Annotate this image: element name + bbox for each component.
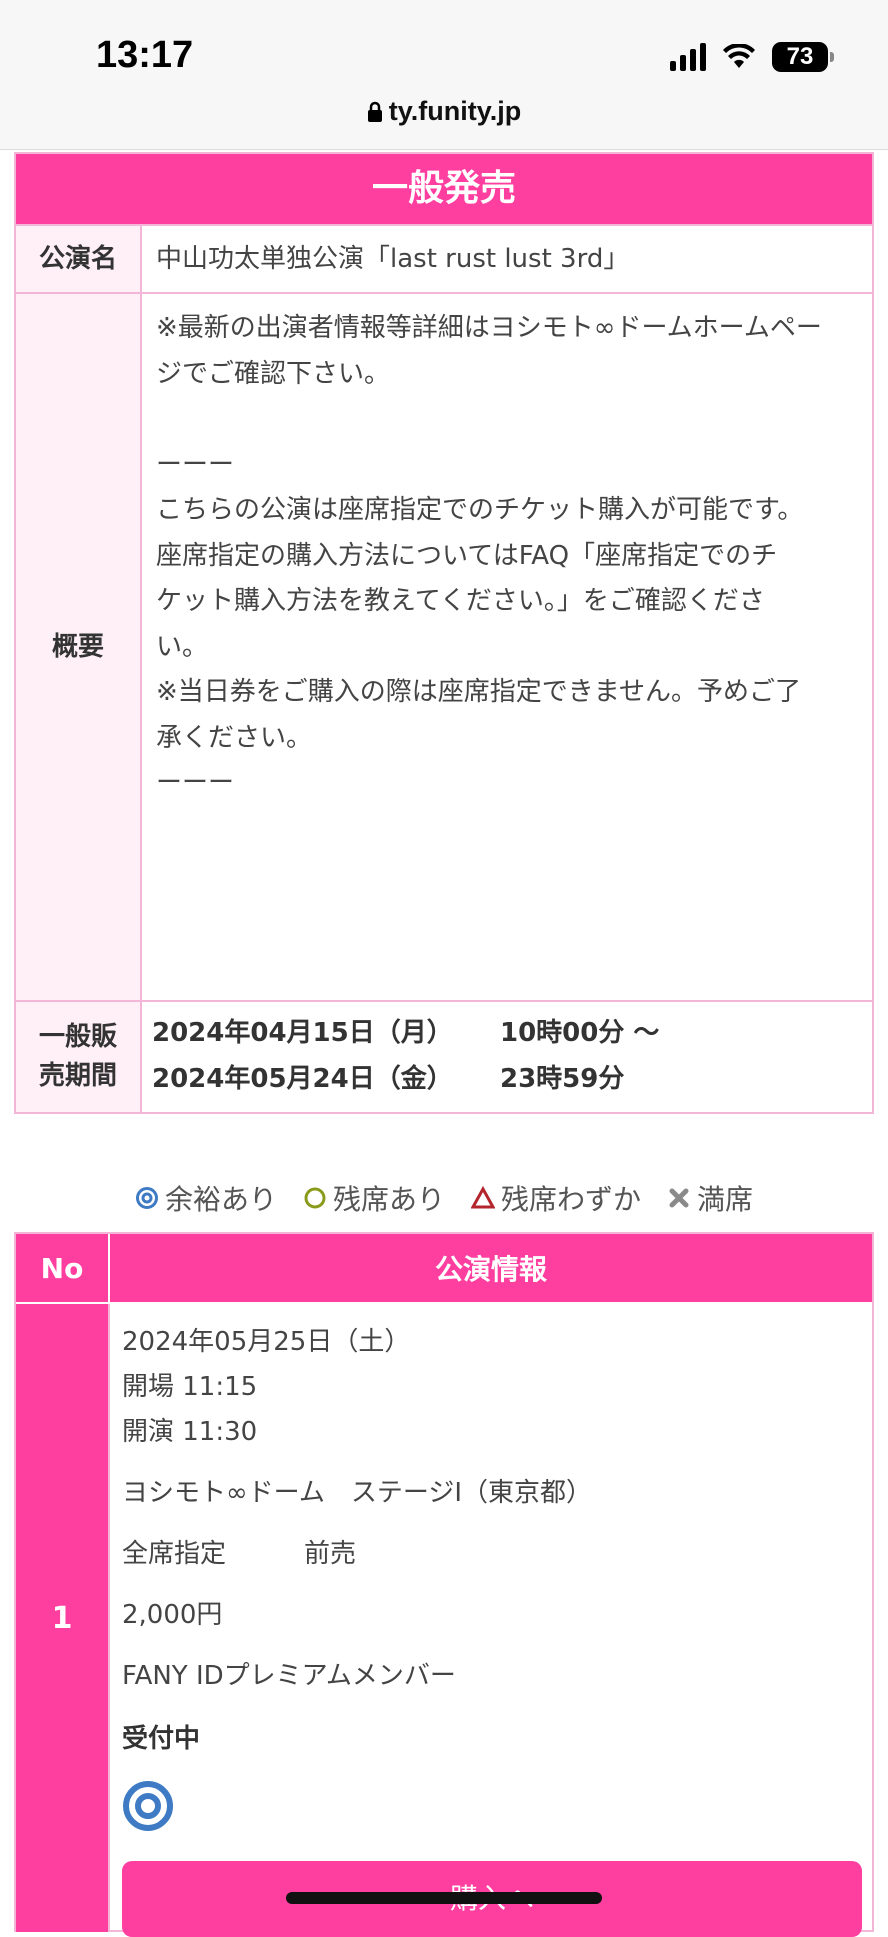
summary-value: ※最新の出演者情報等詳細はヨシモト∞ドームホームペー ジでご確認下さい。 ーーー…	[142, 294, 872, 1000]
performance-table: No 公演情報 1 2024年05月25日（土） 開場 11:15 開演 11:…	[14, 1232, 874, 1937]
sale-period-row: 一般販売期間 2024年04月15日（月） 10時00分 〜 2024年05月2…	[16, 1000, 872, 1112]
period-end-time: 23時59分	[500, 1064, 625, 1094]
summary-line	[156, 397, 858, 443]
performance-name-row: 公演名 中山功太単独公演「last rust lust 3rd」	[16, 224, 872, 292]
performance-table-header: No 公演情報	[16, 1234, 872, 1302]
start-time: 開演 11:30	[122, 1417, 258, 1447]
period-start-time: 10時00分 〜	[500, 1018, 660, 1048]
summary-row: 概要 ※最新の出演者情報等詳細はヨシモト∞ドームホームペー ジでご確認下さい。 …	[16, 292, 872, 1000]
legend-available: 残席あり	[303, 1178, 445, 1218]
availability-legend: 余裕あり 残席あり 残席わずか 満席	[0, 1178, 888, 1218]
member-type: FANY IDプレミアムメンバー	[122, 1661, 456, 1691]
summary-line: 座席指定の購入方法についてはFAQ「座席指定でのチ	[156, 540, 778, 571]
wifi-icon	[722, 44, 756, 70]
status-icons: 73	[670, 42, 834, 72]
performance-detail: 2024年05月25日（土） 開場 11:15 開演 11:30 ヨシモト∞ドー…	[110, 1304, 872, 1937]
address-bar[interactable]: ty.funity.jp	[0, 96, 888, 130]
table-row: 1 2024年05月25日（土） 開場 11:15 開演 11:30 ヨシモト∞…	[16, 1302, 872, 1937]
col-info-header: 公演情報	[434, 1253, 547, 1286]
summary-label: 概要	[16, 294, 142, 1000]
legend-few: 残席わずか	[471, 1178, 641, 1218]
general-sale-header: 一般発売	[16, 154, 872, 224]
period-end-date: 2024年05月24日（金）	[152, 1064, 453, 1094]
summary-line: ケット購入方法を教えてください。」をご確認くださ	[156, 586, 765, 616]
col-no-header: No	[16, 1234, 110, 1302]
price: 2,000円	[122, 1600, 223, 1630]
double-circle-icon	[122, 1780, 862, 1839]
double-circle-icon	[135, 1187, 158, 1209]
reception-status: 受付中	[122, 1724, 201, 1754]
url-text: ty.funity.jp	[388, 96, 522, 126]
summary-line: ーーー	[156, 768, 235, 798]
lock-icon	[367, 99, 383, 130]
legend-ample: 余裕あり	[135, 1178, 277, 1218]
battery-icon: 73	[772, 42, 834, 72]
summary-line: ーーー	[156, 449, 235, 480]
status-time: 13:17	[96, 34, 194, 76]
sale-period-label: 一般販売期間	[16, 1002, 142, 1112]
sale-period-value: 2024年04月15日（月） 10時00分 〜 2024年05月24日（金） 2…	[142, 1002, 872, 1112]
summary-line: ※当日券をご購入の際は座席指定できません。予めご了	[156, 677, 802, 707]
door-open-time: 開場 11:15	[122, 1372, 258, 1402]
circle-icon	[304, 1187, 326, 1209]
summary-line: い。	[156, 631, 209, 662]
summary-line: ジでご確認下さい。	[156, 358, 391, 389]
summary-line: こちらの公演は座席指定でのチケット購入が可能です。	[156, 495, 804, 525]
browser-chrome: 13:17 73 ty.funity.jp	[0, 0, 888, 150]
legend-full: 満席	[667, 1178, 753, 1218]
period-start-date: 2024年04月15日（月）	[152, 1018, 453, 1048]
seat-type: 全席指定 前売	[122, 1539, 357, 1569]
home-indicator[interactable]	[286, 1892, 602, 1904]
venue: ヨシモト∞ドーム ステージⅠ（東京都）	[122, 1478, 593, 1508]
cellular-signal-icon	[670, 43, 706, 71]
general-sale-table: 一般発売 公演名 中山功太単独公演「last rust lust 3rd」 概要…	[14, 152, 874, 1114]
cross-icon	[669, 1188, 689, 1208]
summary-line: 承ください。	[156, 722, 313, 753]
triangle-icon	[471, 1186, 495, 1209]
performance-date: 2024年05月25日（土）	[122, 1327, 411, 1357]
row-number: 1	[16, 1304, 110, 1932]
performance-name-label: 公演名	[16, 226, 142, 292]
summary-line: ※最新の出演者情報等詳細はヨシモト∞ドームホームペー	[156, 313, 822, 343]
performance-name-value: 中山功太単独公演「last rust lust 3rd」	[156, 244, 630, 274]
